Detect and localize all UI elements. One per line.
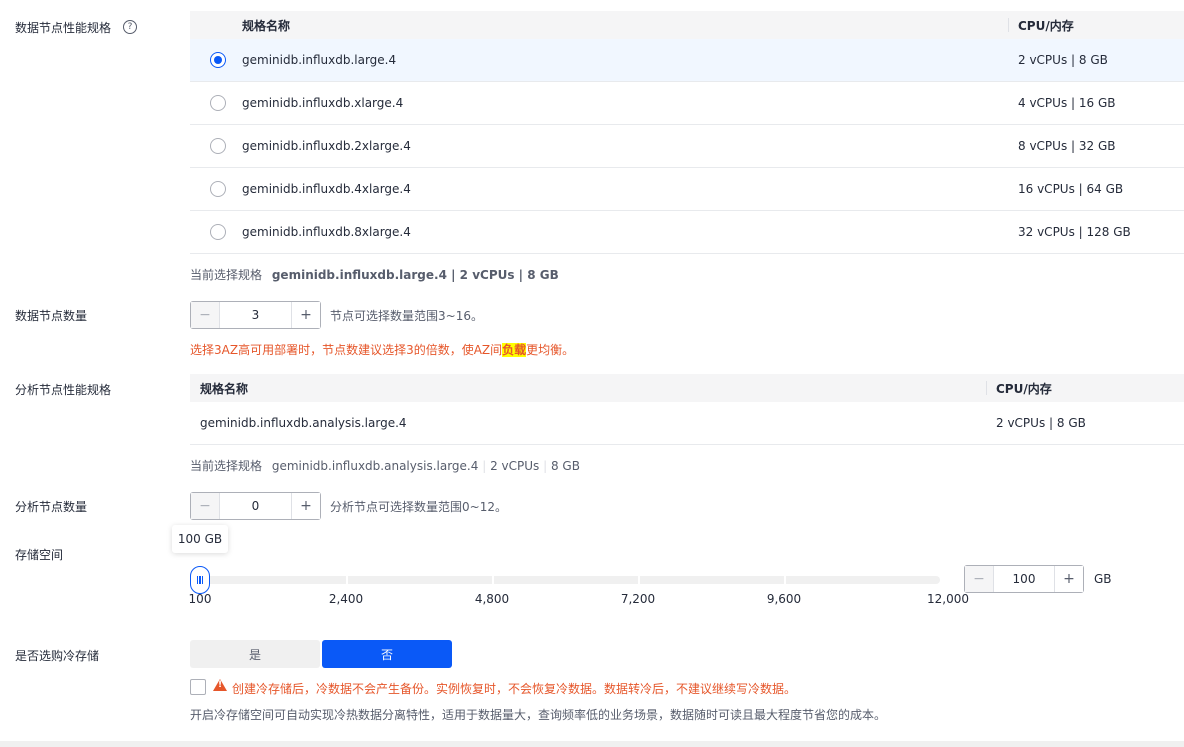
storage-slider-track[interactable] [200,576,940,584]
analysis-node-count-input[interactable]: 0 [219,493,292,519]
help-icon[interactable]: ? [123,20,137,34]
bottom-divider [0,741,1184,747]
col-divider [986,381,987,395]
spec-row-2xlarge[interactable]: geminidb.influxdb.2xlarge.4 8 vCPUs | 32… [190,125,1184,168]
col-header-name: 规格名称 [242,18,291,33]
decrement-button[interactable]: − [191,302,219,328]
az-warning-highlight: 负载 [502,343,527,357]
data-node-spec-label: 数据节点性能规格 [15,19,111,36]
az-warning: 选择3AZ高可用部署时，节点数建议选择3的倍数，使AZ间负载更均衡。 [190,341,574,358]
increment-button[interactable]: + [292,493,320,519]
data-node-count-stepper: − 3 + [190,301,321,329]
slider-segment-divider [784,576,786,584]
storage-input[interactable]: 100 [993,566,1055,592]
storage-label: 存储空间 [15,548,64,562]
data-node-count-label: 数据节点数量 [15,309,88,323]
summary-label: 当前选择规格 [190,268,263,282]
spec-row-4xlarge[interactable]: geminidb.influxdb.4xlarge.4 16 vCPUs | 6… [190,168,1184,211]
radio-button[interactable] [210,95,226,111]
summary-cpu: 2 vCPUs [490,459,540,473]
slider-segment-divider [638,576,640,584]
spec-cpu: 16 vCPUs | 64 GB [1018,182,1124,196]
col-header-cpu: CPU/内存 [1018,18,1074,33]
spec-row-large[interactable]: geminidb.influxdb.large.4 2 vCPUs | 8 GB [190,39,1184,82]
cold-storage-label: 是否选购冷存储 [15,649,100,663]
storage-unit: GB [1094,572,1112,586]
slider-tick-label: 4,800 [474,592,510,606]
data-node-spec-table: 规格名称 CPU/内存 geminidb.influxdb.large.4 2 … [190,11,1184,254]
col-divider [1008,18,1009,32]
spec-cpu: 8 vCPUs | 32 GB [1018,139,1116,153]
analysis-spec-row: geminidb.influxdb.analysis.large.4 2 vCP… [190,402,1184,445]
summary-label: 当前选择规格 [190,459,263,473]
increment-button[interactable]: + [292,302,320,328]
cold-storage-no-button[interactable]: 否 [322,640,452,668]
spec-cpu: 4 vCPUs | 16 GB [1018,96,1116,110]
data-node-spec-label-text: 数据节点性能规格 [15,21,112,35]
data-node-count-input[interactable]: 3 [219,302,292,328]
spec-name: geminidb.influxdb.8xlarge.4 [242,225,411,239]
spec-row-xlarge[interactable]: geminidb.influxdb.xlarge.4 4 vCPUs | 16 … [190,82,1184,125]
analysis-node-count-hint: 分析节点可选择数量范围0~12。 [330,500,507,514]
slider-segment-divider [346,576,348,584]
summary-name: geminidb.influxdb.analysis.large.4 [271,459,479,473]
analysis-spec-summary: 当前选择规格 geminidb.influxdb.analysis.large.… [190,459,580,473]
spec-name: geminidb.influxdb.analysis.large.4 [200,416,407,430]
table-header: 规格名称 CPU/内存 [190,11,1184,39]
current-spec-summary: 当前选择规格 geminidb.influxdb.large.4 | 2 vCP… [190,266,559,283]
data-node-count-hint: 节点可选择数量范围3~16。 [330,309,483,323]
increment-button[interactable]: + [1055,566,1083,592]
storage-slider-handle[interactable] [190,566,210,594]
spec-cpu: 2 vCPUs | 8 GB [1018,53,1108,67]
col-header-cpu: CPU/内存 [996,381,1052,396]
spec-cpu: 32 vCPUs | 128 GB [1018,225,1131,239]
radio-button[interactable] [210,224,226,240]
analysis-node-spec-table: 规格名称 CPU/内存 geminidb.influxdb.analysis.l… [190,374,1184,445]
slider-tick-label: 9,600 [766,592,802,606]
radio-button[interactable] [210,138,226,154]
analysis-node-count-label: 分析节点数量 [15,500,88,514]
slider-segment-divider [492,576,494,584]
slider-tooltip: 100 GB [172,525,228,553]
spec-row-8xlarge[interactable]: geminidb.influxdb.8xlarge.4 32 vCPUs | 1… [190,211,1184,254]
az-warning-text-end: 更均衡。 [526,343,575,357]
decrement-button[interactable]: − [965,566,993,592]
storage-stepper: − 100 + [964,565,1084,593]
slider-tick-label: 100 [188,592,212,606]
cold-storage-checkbox[interactable] [190,679,206,695]
summary-value: geminidb.influxdb.large.4 | 2 vCPUs | 8 … [271,268,559,282]
spec-name: geminidb.influxdb.4xlarge.4 [242,182,411,196]
col-header-name: 规格名称 [200,381,249,396]
slider-tick-label: 7,200 [620,592,656,606]
cold-storage-warning: 创建冷存储后，冷数据不会产生备份。实例恢复时，不会恢复冷数据。数据转冷后，不建议… [232,682,797,696]
spec-name: geminidb.influxdb.2xlarge.4 [242,139,411,153]
cold-storage-yes-button[interactable]: 是 [190,640,320,668]
az-warning-text: 选择3AZ高可用部署时，节点数建议选择3的倍数，使AZ间 [190,343,503,357]
analysis-node-count-stepper: − 0 + [190,492,321,520]
warning-icon [213,679,227,691]
radio-button[interactable] [210,181,226,197]
slider-tick-label: 12,000 [927,592,969,606]
radio-button-selected[interactable] [210,52,226,68]
cold-storage-description: 开启冷存储空间可自动实现冷热数据分离特性，适用于数据量大，查询频率低的业务场景，… [190,708,887,722]
table-header: 规格名称 CPU/内存 [190,374,1184,402]
slider-tick-label: 2,400 [328,592,364,606]
spec-name: geminidb.influxdb.large.4 [242,53,397,67]
summary-mem: 8 GB [550,459,580,473]
analysis-node-spec-label: 分析节点性能规格 [15,383,112,397]
spec-name: geminidb.influxdb.xlarge.4 [242,96,404,110]
decrement-button[interactable]: − [191,493,219,519]
spec-cpu: 2 vCPUs | 8 GB [996,416,1086,430]
